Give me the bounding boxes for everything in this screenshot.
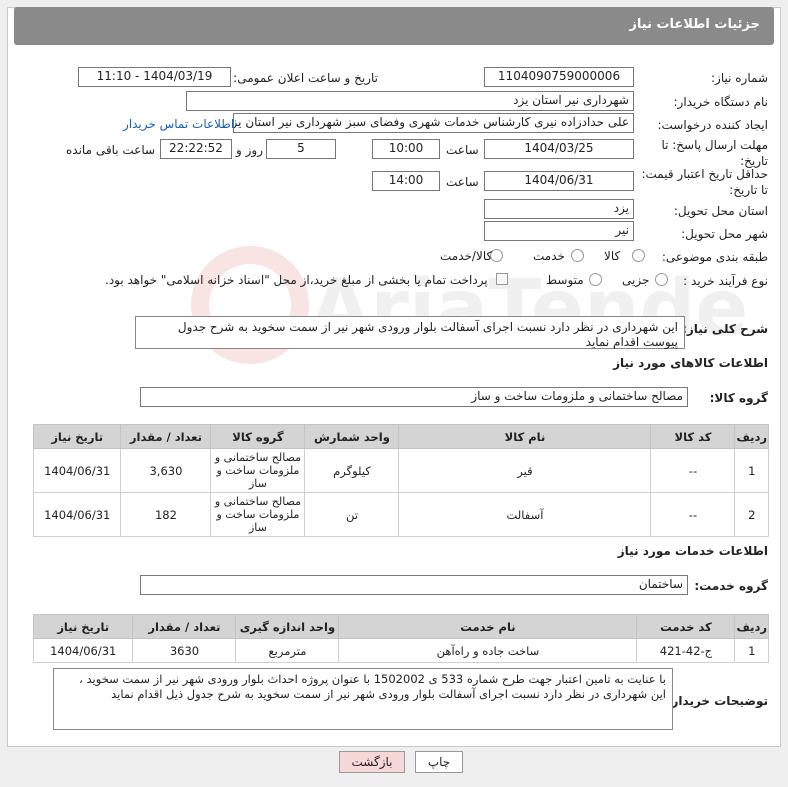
purchase-medium-radio[interactable] [589,273,602,286]
subject-goods-label: کالا [604,249,621,263]
buyer-org-field[interactable]: شهرداری نیر استان یزد [186,91,634,111]
days-field[interactable]: 5 [266,139,336,159]
goods-col-code: کد کالا [650,424,736,449]
table-row: 2 -- آسفالت تن مصالح ساختمانی و ملزومات … [32,492,769,537]
services-col-code: کد خدمت [636,614,736,639]
services-col-date: تاریخ نیاز [32,614,134,639]
general-desc-label: شرح کلی نیاز: [682,322,768,336]
city-field[interactable]: نیر [484,221,634,241]
goods-col-unit: واحد شمارش [304,424,400,449]
buyer-org-label: نام دستگاه خریدار: [673,95,769,109]
purchase-medium-label: متوسط [546,273,584,287]
services-col-qty: تعداد / مقدار [132,614,237,639]
validity-time-label: ساعت [446,175,479,189]
validity-label: حداقل تاریخ اعتبار قیمت: تا تاریخ: [641,167,768,197]
table-row: 1 ج-42-421 ساخت جاده و راه‌آهن مترمربع 3… [32,638,769,663]
send-date-field[interactable]: 1404/03/25 [484,139,634,159]
cell-code: ج-42-421 [636,638,736,663]
goods-table-header: ردیف کد کالا نام کالا واحد شمارش گروه کا… [32,424,769,449]
purchase-minor-radio[interactable] [655,273,668,286]
cell-code: -- [650,492,736,537]
cell-row: 1 [734,448,769,493]
services-info-title: اطلاعات خدمات مورد نیاز [617,544,768,558]
province-field[interactable]: یزد [484,199,634,219]
print-button[interactable]: چاپ [415,751,463,773]
cell-row: 1 [734,638,769,663]
cell-qty: 3630 [132,638,237,663]
need-number-field[interactable]: 1104090759000006 [484,67,634,87]
province-label: استان محل تحویل: [673,204,768,218]
cell-name: آسفالت [398,492,652,537]
cell-unit: کیلوگرم [304,448,400,493]
goods-col-group: گروه کالا [210,424,306,449]
services-table-header: ردیف کد خدمت نام خدمت واحد اندازه گیری ت… [32,614,769,639]
goods-col-name: نام کالا [398,424,652,449]
buyer-notes-line-1: با عنایت به تامین اعتبار جهت طرح شماره 5… [79,672,666,686]
page-title: جزئیات اطلاعات نیاز [14,7,774,45]
subject-class-label: طبقه بندی موضوعی: [661,250,768,264]
cell-name: قیر [398,448,652,493]
goods-col-qty: تعداد / مقدار [120,424,212,449]
subject-service-label: خدمت [533,249,565,263]
cell-group: مصالح ساختمانی و ملزومات ساخت و ساز [210,448,306,493]
goods-info-title: اطلاعات کالاهای مورد نیاز [613,356,768,370]
services-table: ردیف کد خدمت نام خدمت واحد اندازه گیری ت… [32,614,769,663]
buyer-notes-field[interactable]: با عنایت به تامین اعتبار جهت طرح شماره 5… [53,668,673,730]
send-time-label: ساعت [446,143,479,157]
remaining-time-field: 22:22:52 [160,139,232,159]
service-group-label: گروه خدمت: [694,579,768,593]
requester-field[interactable]: علی حدادزاده نیری کارشناس خدمات شهری وفض… [233,113,634,133]
services-col-row: ردیف [734,614,769,639]
general-desc-field[interactable]: این شهرداری در نظر دارد نسبت اجرای آسفال… [135,316,685,349]
cell-unit: مترمربع [235,638,340,663]
send-time-field[interactable]: 10:00 [372,139,440,159]
announce-datetime-field[interactable]: 1404/03/19 - 11:10 [78,67,231,87]
remaining-label: ساعت باقی مانده [66,143,156,157]
validity-time-field[interactable]: 14:00 [372,171,440,191]
day-and-label: روز و [236,143,263,157]
services-col-unit: واحد اندازه گیری [235,614,340,639]
announce-datetime-label: تاریخ و ساعت اعلان عمومی: [233,71,378,85]
cell-qty: 3,630 [120,448,212,493]
goods-col-date: تاریخ نیاز [32,424,122,449]
cell-unit: تن [304,492,400,537]
service-group-field[interactable]: ساختمان [140,575,688,595]
payment-note: پرداخت تمام یا بخشی از مبلغ خرید،از محل … [105,273,488,287]
payment-checkbox[interactable] [496,273,508,285]
cell-name: ساخت جاده و راه‌آهن [338,638,638,663]
back-button[interactable]: بازگشت [339,751,405,773]
city-label: شهر محل تحویل: [681,227,768,241]
goods-group-field[interactable]: مصالح ساختمانی و ملزومات ساخت و ساز [140,387,688,407]
cell-date: 1404/06/31 [32,638,134,663]
goods-group-label: گروه کالا: [709,391,768,405]
validity-date-field[interactable]: 1404/06/31 [484,171,634,191]
subject-both-label: کالا/خدمت [440,249,493,263]
purchase-type-label: نوع فرآیند خرید : [683,274,768,288]
send-deadline-label: مهلت ارسال پاسخ: تا تاریخ: [661,138,768,168]
table-row: 1 -- قیر کیلوگرم مصالح ساختمانی و ملزوما… [32,448,769,493]
buyer-notes-line-2: این شهرداری در نظر دارد نسبت اجرای آسفال… [111,687,666,701]
goods-table: ردیف کد کالا نام کالا واحد شمارش گروه کا… [32,424,769,537]
cell-code: -- [650,448,736,493]
subject-service-radio[interactable] [571,249,584,262]
goods-col-row: ردیف [734,424,769,449]
need-number-label: شماره نیاز: [711,71,768,85]
purchase-minor-label: جزیی [622,273,650,287]
cell-qty: 182 [120,492,212,537]
requester-label: ایجاد کننده درخواست: [657,118,768,132]
buyer-notes-label: توضیحات خریدار: [666,694,768,708]
cell-group: مصالح ساختمانی و ملزومات ساخت و ساز [210,492,306,537]
services-col-name: نام خدمت [338,614,638,639]
cell-date: 1404/06/31 [32,492,122,537]
subject-goods-radio[interactable] [632,249,645,262]
cell-date: 1404/06/31 [32,448,122,493]
contact-buyer-link[interactable]: اطلاعات تماس خریدار [123,117,234,131]
cell-row: 2 [734,492,769,537]
